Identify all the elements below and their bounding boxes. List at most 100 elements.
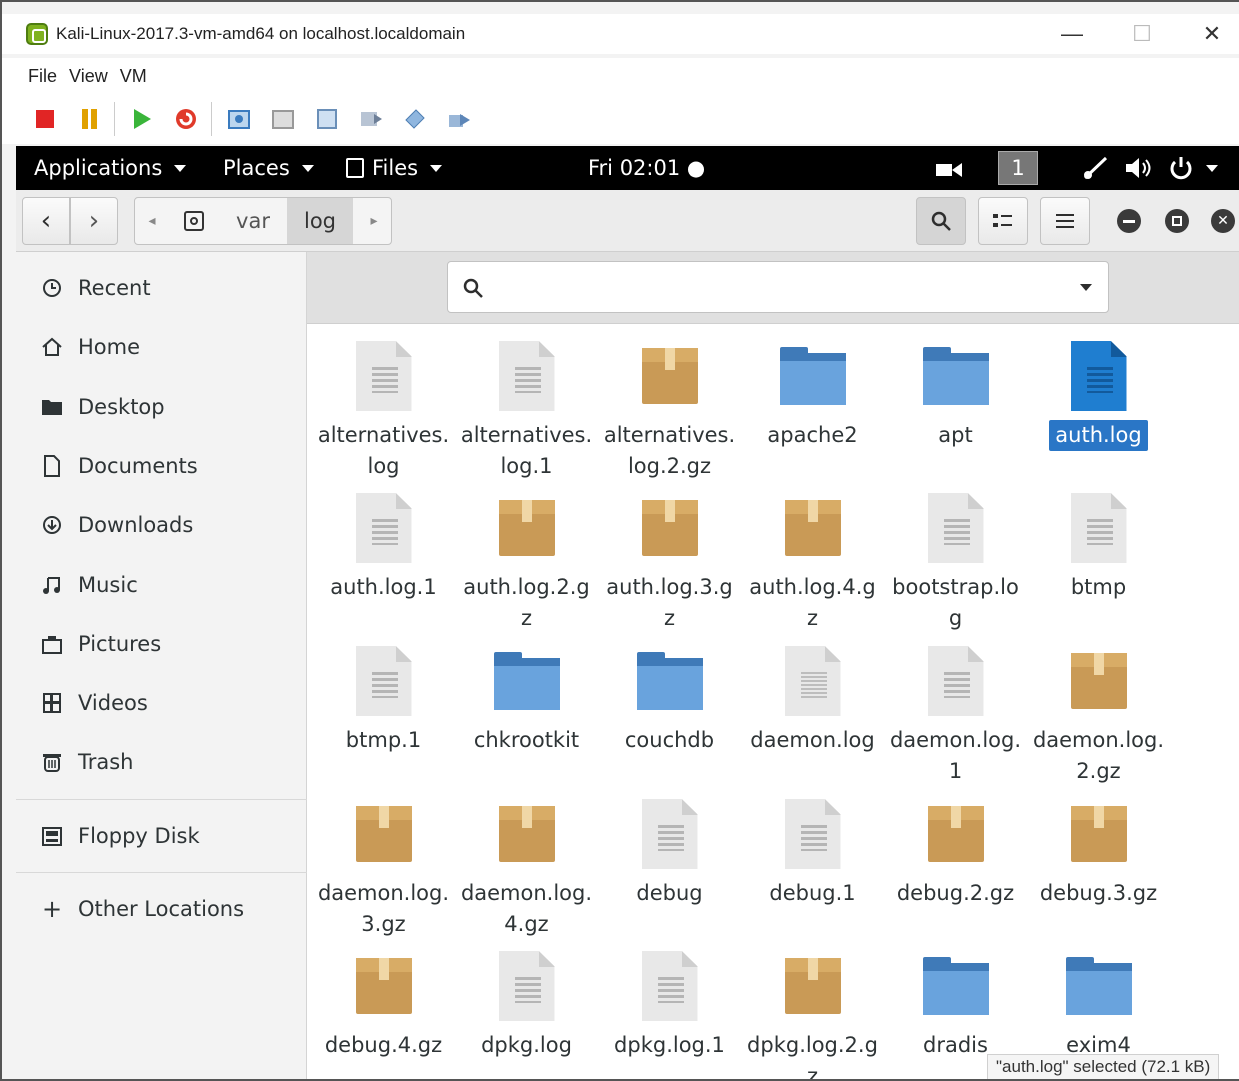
file-item[interactable]: btmp.1	[312, 637, 455, 756]
file-name: bootstrap.log	[892, 575, 1019, 630]
sidebar-item-downloads[interactable]: Downloads	[16, 499, 307, 551]
file-item[interactable]: auth.log.1	[312, 484, 455, 603]
film-icon	[38, 689, 66, 717]
window-maximize-button[interactable]	[1165, 209, 1189, 233]
sidebar-item-videos[interactable]: Videos	[16, 677, 307, 729]
file-name: debug.4.gz	[324, 1033, 443, 1057]
breadcrumb-log[interactable]: log	[287, 198, 353, 244]
file-item[interactable]: auth.log	[1027, 332, 1170, 451]
file-item[interactable]: apt	[884, 332, 1027, 451]
sidebar-item-music[interactable]: Music	[16, 559, 307, 611]
archive-icon	[1027, 637, 1170, 725]
file-item[interactable]: daemon.log.3.gz	[312, 790, 455, 940]
file-item[interactable]: daemon.log.2.gz	[1027, 637, 1170, 787]
file-item[interactable]: btmp	[1027, 484, 1170, 603]
file-item[interactable]: dpkg.log.2.gz	[741, 942, 884, 1079]
video-camera-icon[interactable]	[936, 146, 962, 190]
menu-view[interactable]: View	[69, 66, 108, 87]
sidebar-item-pictures[interactable]: Pictures	[16, 618, 307, 670]
list-view-icon	[993, 214, 1012, 227]
suspend-icon[interactable]	[74, 104, 104, 134]
file-item[interactable]: debug.2.gz	[884, 790, 1027, 909]
close-button[interactable]: ✕	[1182, 14, 1239, 54]
workspace-indicator[interactable]: 1	[998, 146, 1038, 190]
maximize-button[interactable]: ☐	[1112, 14, 1172, 54]
back-button[interactable]: ‹	[22, 197, 70, 245]
applications-menu[interactable]: Applications	[34, 146, 187, 190]
sidebar-item-label: Downloads	[78, 513, 194, 537]
window-close-button[interactable]: ✕	[1211, 209, 1235, 233]
file-item[interactable]: bootstrap.log	[884, 484, 1027, 634]
files-label: Files	[372, 156, 419, 180]
clock[interactable]: Fri 02:01 ●	[588, 146, 705, 190]
view-options-button[interactable]	[978, 197, 1028, 245]
file-item[interactable]: debug.1	[741, 790, 884, 909]
window-minimize-button[interactable]	[1117, 209, 1141, 233]
file-item[interactable]: auth.log.2.gz	[455, 484, 598, 634]
file-item[interactable]: debug.4.gz	[312, 942, 455, 1061]
file-item[interactable]: daemon.log	[741, 637, 884, 756]
sidebar-item-desktop[interactable]: Desktop	[16, 381, 307, 433]
file-item[interactable]: auth.log.3.gz	[598, 484, 741, 634]
network-icon[interactable]	[1082, 146, 1110, 190]
text-file-icon	[884, 484, 1027, 572]
file-item[interactable]: debug	[598, 790, 741, 909]
power-off-icon[interactable]	[30, 104, 60, 134]
chevron-down-icon	[430, 164, 443, 172]
menu-button[interactable]	[1040, 197, 1090, 245]
file-item[interactable]: alternatives.log.1	[455, 332, 598, 482]
files-app-menu[interactable]: Files	[346, 146, 443, 190]
folder-icon	[598, 637, 741, 725]
minimize-button[interactable]: —	[1042, 14, 1102, 54]
breadcrumb-root-icon[interactable]	[173, 198, 215, 244]
sidebar-item-home[interactable]: Home	[16, 321, 307, 373]
snapshot-icon[interactable]	[224, 104, 254, 134]
breadcrumb-scroll-left[interactable]: ◂	[135, 198, 169, 244]
reset-icon[interactable]	[171, 104, 201, 134]
file-item[interactable]: exim4	[1027, 942, 1170, 1061]
unity-icon[interactable]	[400, 104, 430, 134]
file-name: btmp.1	[345, 728, 422, 752]
menu-file[interactable]: File	[28, 66, 57, 87]
play-icon[interactable]	[127, 104, 157, 134]
file-item[interactable]: couchdb	[598, 637, 741, 756]
revert-snapshot-icon[interactable]	[268, 104, 298, 134]
sidebar-item-floppy-disk[interactable]: Floppy Disk	[16, 810, 307, 862]
sidebar-item-trash[interactable]: Trash	[16, 736, 307, 788]
search-button[interactable]	[916, 197, 966, 245]
file-item[interactable]: auth.log.4.gz	[741, 484, 884, 634]
folder-icon	[884, 942, 1027, 1030]
settings-icon[interactable]	[444, 104, 474, 134]
file-item[interactable]: dpkg.log	[455, 942, 598, 1061]
volume-icon[interactable]	[1124, 146, 1154, 190]
file-item[interactable]: dradis	[884, 942, 1027, 1061]
file-item[interactable]: daemon.log.1	[884, 637, 1027, 787]
breadcrumb-var[interactable]: var	[223, 198, 283, 244]
full-screen-icon[interactable]	[356, 104, 386, 134]
file-item[interactable]: apache2	[741, 332, 884, 451]
file-item[interactable]: debug.3.gz	[1027, 790, 1170, 909]
text-file-icon	[455, 332, 598, 420]
sidebar-item-label: Other Locations	[78, 897, 245, 921]
file-name: daemon.log.1	[889, 728, 1022, 783]
places-menu[interactable]: Places	[223, 146, 314, 190]
menu-vm[interactable]: VM	[120, 66, 147, 87]
sidebar-item-other-locations[interactable]: + Other Locations	[16, 883, 307, 935]
file-item[interactable]: dpkg.log.1	[598, 942, 741, 1061]
text-file-icon	[741, 637, 884, 725]
snapshot-manager-icon[interactable]	[312, 104, 342, 134]
breadcrumb-scroll-right[interactable]: ▸	[357, 198, 391, 244]
file-item[interactable]: alternatives.log.2.gz	[598, 332, 741, 482]
power-icon[interactable]	[1168, 146, 1218, 190]
search-input[interactable]	[447, 261, 1109, 313]
file-item[interactable]: daemon.log.4.gz	[455, 790, 598, 940]
sidebar-item-documents[interactable]: Documents	[16, 440, 307, 492]
file-item[interactable]: chkrootkit	[455, 637, 598, 756]
text-file-icon	[598, 790, 741, 878]
sidebar-item-label: Floppy Disk	[78, 824, 200, 848]
vm-window: Kali-Linux-2017.3-vm-amd64 on localhost.…	[0, 0, 1239, 1081]
sidebar-item-recent[interactable]: Recent	[16, 262, 307, 314]
file-item[interactable]: alternatives.log	[312, 332, 455, 482]
forward-button[interactable]: ›	[70, 197, 118, 245]
search-options-dropdown[interactable]	[1080, 284, 1092, 291]
